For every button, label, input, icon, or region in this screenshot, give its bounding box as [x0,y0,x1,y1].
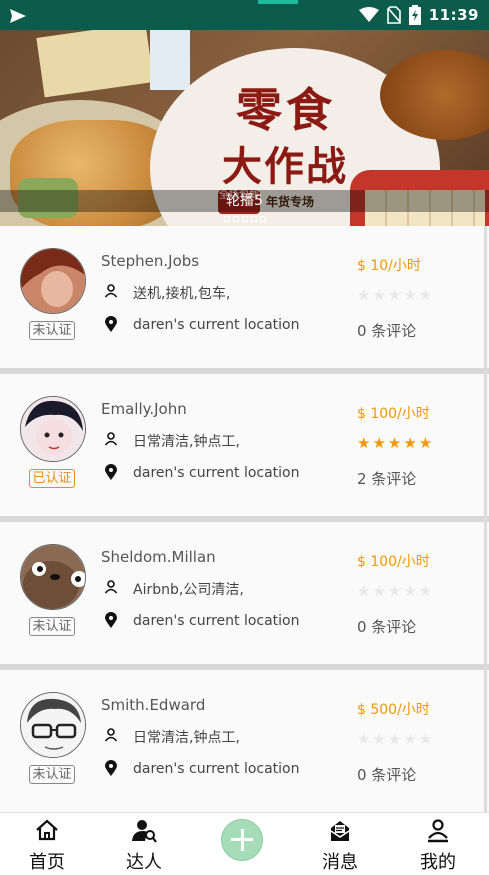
expert-skills: 日常清洁,钟点工, [133,730,240,746]
banner-milk-bottle [150,30,190,90]
person-icon [104,432,118,446]
add-button[interactable] [221,819,263,861]
expert-price: $ 100/小时 [357,406,430,422]
expert-location: daren's current location [133,761,300,777]
location-pin-icon [105,464,117,480]
review-count[interactable]: 2 条评论 [357,468,416,489]
wifi-icon [358,7,379,22]
verify-badge: 未认证 [29,617,75,636]
carousel-dot[interactable] [259,216,266,222]
expert-name: Emally.John [101,400,187,418]
tab-experts-label: 达人 [126,852,162,873]
banner-title-line2: 大作战 [222,143,348,190]
carousel-dot[interactable] [241,216,248,222]
expert-price: $ 100/小时 [357,554,430,570]
rating-stars: ★★★★★ [357,730,435,748]
expert-name: Stephen.Jobs [101,252,200,270]
banner-caption: 轮播5 [0,190,489,212]
expert-skills: 送机,接机,包车, [133,286,231,302]
expert-name: Smith.Edward [101,696,206,714]
expert-skills: 日常清洁,钟点工, [133,434,240,450]
expert-location: daren's current location [133,465,300,481]
carousel-dot[interactable] [223,216,230,222]
bottom-tab-bar: 首页 达人 消息 我的 [0,812,489,875]
expert-card[interactable]: 未认证 Stephen.Jobs 送机,接机,包车, daren's curre… [0,226,489,374]
mail-icon [330,821,350,841]
person-icon [104,284,118,298]
avatar[interactable] [20,396,86,462]
tab-mine-label: 我的 [420,852,456,873]
banner-snack-box [36,30,154,98]
location-pin-icon [105,760,117,776]
review-count[interactable]: 0 条评论 [357,616,416,637]
scrollbar[interactable] [484,226,487,812]
carousel-dots[interactable] [0,216,489,222]
location-pin-icon [105,612,117,628]
profile-icon [428,819,448,843]
expert-card[interactable]: 未认证 Sheldom.Millan Airbnb,公司清洁, daren's … [0,522,489,670]
banner-carousel[interactable]: 零食 大作战 全场包邮 年货专场 轮播5 [0,30,489,226]
verify-badge: 未认证 [29,321,75,340]
location-pin-icon [105,316,117,332]
tab-home-label: 首页 [29,852,65,873]
tab-messages-label: 消息 [322,852,358,873]
expert-price: $ 10/小时 [357,258,421,274]
status-bar: 11:39 [0,0,489,30]
expert-skills: Airbnb,公司清洁, [133,582,244,598]
tab-home[interactable]: 首页 [2,813,92,875]
carousel-dot[interactable] [232,216,239,222]
expert-name: Sheldom.Millan [101,548,216,566]
send-icon [10,9,26,23]
avatar[interactable] [20,248,86,314]
review-count[interactable]: 0 条评论 [357,320,416,341]
avatar[interactable] [20,544,86,610]
rating-stars: ★★★★★ [357,582,435,600]
status-accent [258,0,298,4]
home-icon [36,819,58,841]
expert-price: $ 500/小时 [357,702,430,718]
person-icon [104,728,118,742]
banner-title-line1: 零食 [236,83,336,137]
expert-location: daren's current location [133,317,300,333]
verify-badge: 未认证 [29,765,75,784]
tab-experts[interactable]: 达人 [99,813,189,875]
person-icon [104,580,118,594]
expert-location: daren's current location [133,613,300,629]
verify-badge: 已认证 [29,469,75,488]
person-search-icon [132,820,157,843]
clock: 11:39 [428,6,479,24]
expert-card[interactable]: 已认证 Emally.John 日常清洁,钟点工, daren's curren… [0,374,489,522]
review-count[interactable]: 0 条评论 [357,764,416,785]
no-sim-icon [386,6,401,24]
avatar[interactable] [20,692,86,758]
tab-messages[interactable]: 消息 [295,813,385,875]
battery-charging-icon [408,5,421,25]
rating-stars: ★★★★★ [357,434,435,452]
tab-mine[interactable]: 我的 [393,813,483,875]
rating-stars: ★★★★★ [357,286,435,304]
expert-list: 未认证 Stephen.Jobs 送机,接机,包车, daren's curre… [0,226,489,818]
carousel-dot[interactable] [250,216,257,222]
expert-card[interactable]: 未认证 Smith.Edward 日常清洁,钟点工, daren's curre… [0,670,489,818]
